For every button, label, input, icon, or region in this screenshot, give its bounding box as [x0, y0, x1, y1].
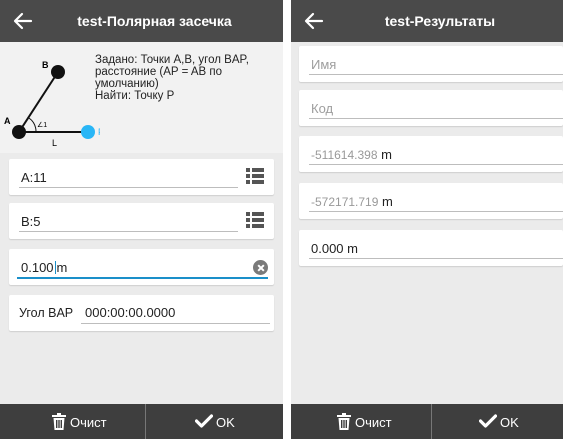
label-l: L — [52, 138, 57, 148]
page-title: test-Полярная засечка — [77, 13, 232, 29]
clear-button[interactable]: Очист — [0, 404, 145, 439]
x-value: -511614.398 — [311, 148, 378, 162]
point-b-underline — [19, 231, 238, 232]
name-underline — [309, 74, 563, 75]
angle-arc — [28, 117, 37, 133]
bottom-action-bar: Очист OK — [291, 404, 563, 439]
x-unit: m — [381, 147, 392, 162]
list-icon[interactable] — [246, 212, 264, 228]
angle-card: Угол BAP 000:00:00.0000 — [9, 295, 274, 331]
trash-icon — [52, 413, 66, 430]
text-cursor — [54, 261, 56, 274]
polar-diagram: B A P L ∠1 — [4, 60, 100, 148]
distance-card: 0.100 m — [9, 249, 274, 285]
checkmark-icon — [479, 414, 497, 428]
name-card: Имя — [299, 46, 563, 82]
trash-icon — [337, 413, 351, 430]
label-angle: ∠1 — [37, 121, 47, 129]
angle-input[interactable]: 000:00:00.0000 — [85, 305, 175, 320]
code-field[interactable]: Код — [311, 101, 333, 116]
point-b-card: B:5 — [9, 203, 274, 239]
results-screen: test-Результаты Имя Код -511614.398 m -5… — [291, 0, 563, 439]
point-a-card: A:11 — [9, 159, 274, 195]
height-field[interactable]: 0.000 m — [311, 241, 358, 256]
list-icon[interactable] — [246, 168, 264, 184]
distance-input[interactable]: 0.100 m — [21, 260, 67, 275]
clear-icon[interactable] — [253, 260, 268, 275]
clear-label: Очист — [355, 415, 392, 430]
x-underline — [309, 164, 563, 165]
ok-button[interactable]: OK — [432, 404, 563, 439]
name-field[interactable]: Имя — [311, 57, 336, 72]
task-description: Задано: Точки A,B, угол BAP, расстояние … — [95, 54, 281, 102]
distance-unit: m — [56, 260, 68, 275]
ok-label: OK — [500, 415, 519, 430]
clear-button[interactable]: Очист — [291, 404, 431, 439]
angle-label: Угол BAP — [19, 306, 74, 320]
page-title: test-Результаты — [384, 13, 496, 29]
distance-value: 0.100 — [21, 260, 54, 275]
description-text: Задано: Точки A,B, угол BAP, расстояние … — [95, 54, 249, 102]
y-underline — [309, 211, 563, 212]
y-value: -572171.719 — [311, 195, 379, 209]
y-coordinate-card: -572171.719 m — [299, 183, 563, 219]
label-p: P — [98, 127, 100, 137]
clear-label: Очист — [70, 415, 107, 430]
y-coordinate-field: -572171.719 m — [311, 194, 393, 209]
point-a-field[interactable]: A:11 — [21, 170, 47, 185]
height-underline — [309, 258, 563, 259]
x-coordinate-card: -511614.398 m — [299, 136, 563, 172]
app-bar: test-Результаты — [291, 0, 563, 42]
point-b-marker — [51, 65, 65, 79]
app-bar: test-Полярная засечка — [0, 0, 283, 42]
angle-underline — [81, 323, 270, 324]
point-p-marker — [81, 125, 95, 139]
diagram-panel: B A P L ∠1 Задано: Точки A,B, угол BAP, … — [0, 42, 283, 153]
point-a-underline — [19, 187, 238, 188]
point-a-marker — [12, 125, 26, 139]
distance-underline — [17, 277, 268, 279]
point-b-field[interactable]: B:5 — [21, 214, 41, 229]
code-underline — [309, 118, 563, 119]
label-b: B — [42, 60, 49, 70]
checkmark-icon — [195, 414, 213, 428]
code-card: Код — [299, 90, 563, 126]
x-coordinate-field: -511614.398 m — [311, 147, 392, 162]
y-unit: m — [382, 194, 393, 209]
polar-intersection-screen: test-Полярная засечка B A P L ∠1 Задано:… — [0, 0, 283, 439]
bottom-action-bar: Очист OK — [0, 404, 283, 439]
ok-button[interactable]: OK — [146, 404, 283, 439]
ok-label: OK — [216, 415, 235, 430]
label-a: A — [4, 116, 11, 126]
height-card: 0.000 m — [299, 230, 563, 266]
